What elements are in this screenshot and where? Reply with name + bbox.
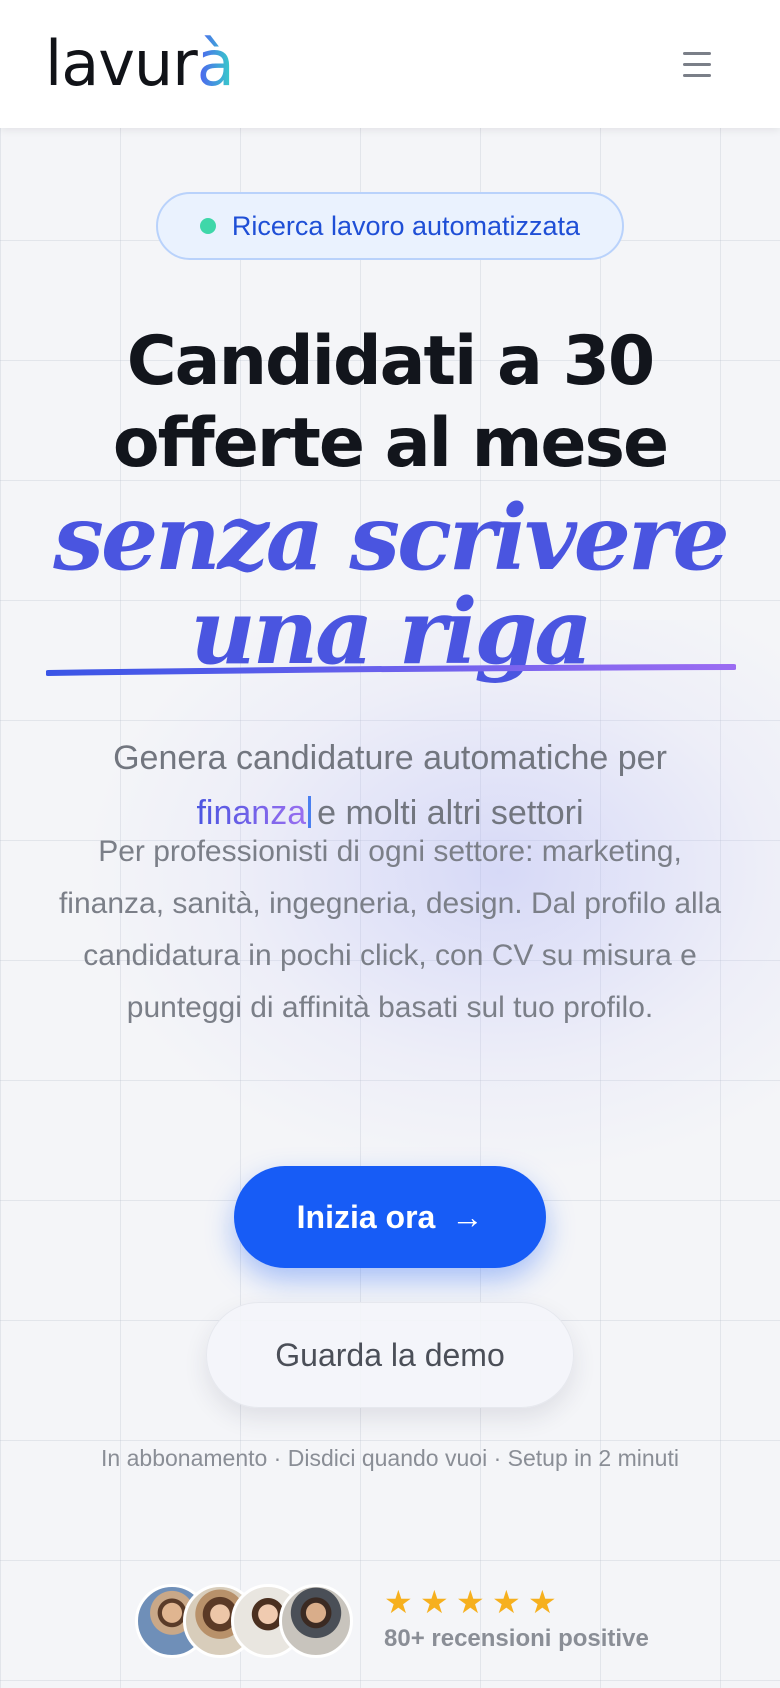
subscription-note: In abbonamento · Disdici quando vuoi · S… [101, 1445, 679, 1471]
menu-bar [683, 51, 711, 55]
landing-page: lavurà Ricerca lavoro automatizzata Cand… [0, 0, 780, 1688]
status-dot-icon [199, 218, 216, 234]
avatar-stack [135, 1584, 355, 1658]
star-icon: ★ [528, 1584, 557, 1620]
typing-caret [308, 796, 312, 828]
star-icon: ★ [456, 1584, 485, 1620]
star-icon: ★ [420, 1584, 449, 1620]
rating-stars: ★ ★ ★ ★ ★ [384, 1584, 557, 1620]
hamburger-menu-icon[interactable] [670, 44, 724, 84]
star-icon: ★ [492, 1584, 521, 1620]
watch-demo-button[interactable]: Guarda la demo [206, 1302, 574, 1408]
hero-italic-line-1: senza scrivere [53, 485, 729, 591]
hero-title-line-1: Candidati a 30 [126, 322, 655, 401]
watch-demo-label: Guarda la demo [275, 1336, 505, 1373]
hero-description: Per professionisti di ogni settore: mark… [58, 835, 722, 1024]
hero-title-line-2: offerte al mese [112, 404, 669, 483]
badge-text: Ricerca lavoro automatizzata [231, 210, 581, 241]
start-now-button[interactable]: Inizia ora → [234, 1166, 546, 1268]
hero-underline [46, 664, 736, 676]
logo[interactable]: lavurà [45, 26, 235, 106]
arrow-right-icon: → [451, 1198, 484, 1235]
feature-badge: Ricerca lavoro automatizzata [156, 192, 624, 260]
menu-bar [683, 62, 711, 66]
hero-subtitle-line-1: Genera candidature automatiche per [113, 739, 667, 777]
reviews-count: 80+ recensioni positive [384, 1625, 649, 1652]
logo-accent-letter: à [196, 27, 235, 100]
avatar [279, 1584, 353, 1658]
site-header: lavurà [0, 0, 780, 128]
menu-bar [683, 73, 711, 77]
star-icon: ★ [384, 1584, 413, 1620]
start-now-label: Inizia ora [296, 1198, 436, 1235]
logo-text: lavur [45, 27, 198, 100]
